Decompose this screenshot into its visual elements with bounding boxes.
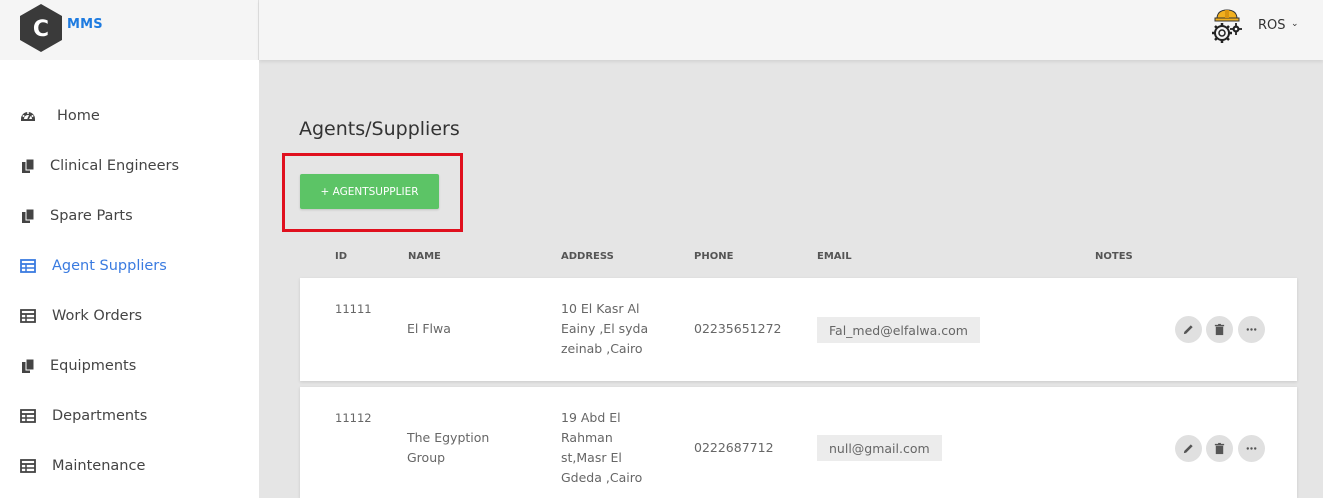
table-icon xyxy=(20,459,36,473)
table-row[interactable]: 11112 The Egyption Group 19 Abd El Rahma… xyxy=(300,387,1297,498)
sidebar-item-work-orders[interactable]: Work Orders xyxy=(0,291,259,341)
row-phone: 02235651272 xyxy=(694,321,782,336)
sidebar-item-label: Home xyxy=(57,108,100,124)
sidebar-item-equipments[interactable]: Equipments xyxy=(0,341,259,391)
sidebar-item-label: Departments xyxy=(52,408,148,424)
row-address: 10 El Kasr Al Eainy ,El syda zeinab ,Cai… xyxy=(561,301,649,356)
copy-icon xyxy=(22,158,35,173)
edit-button[interactable] xyxy=(1175,435,1202,462)
table-icon xyxy=(20,309,36,323)
page-title: Agents/Suppliers xyxy=(299,118,460,140)
more-options-button[interactable] xyxy=(1238,435,1265,462)
column-header-address: ADDRESS xyxy=(561,251,614,262)
dashboard-icon xyxy=(21,112,35,121)
pencil-icon xyxy=(1183,325,1193,335)
logo-area: C MMS xyxy=(0,0,259,60)
delete-button[interactable] xyxy=(1206,316,1233,343)
pencil-icon xyxy=(1183,444,1193,454)
trash-icon xyxy=(1214,323,1225,336)
column-header-email: EMAIL xyxy=(817,251,852,262)
column-header-name: NAME xyxy=(408,251,441,262)
trash-icon xyxy=(1214,442,1225,455)
table-icon xyxy=(20,409,36,423)
sidebar: Home Clinical Engineers Spare Parts Agen… xyxy=(0,60,259,498)
chevron-down-icon[interactable]: ⌄ xyxy=(1291,19,1299,29)
sidebar-item-maintenance[interactable]: Maintenance xyxy=(0,441,259,491)
row-address: 19 Abd El Rahman st,Masr El Gdeda ,Cairo xyxy=(561,410,643,485)
sidebar-item-clinical-engineers[interactable]: Clinical Engineers xyxy=(0,141,259,191)
more-options-button[interactable] xyxy=(1238,316,1265,343)
row-phone: 0222687712 xyxy=(694,440,774,455)
more-horizontal-icon xyxy=(1246,447,1257,450)
row-name: El Flwa xyxy=(407,321,451,336)
app-name: MMS xyxy=(67,17,103,32)
sidebar-item-home[interactable]: Home xyxy=(0,91,259,141)
delete-button[interactable] xyxy=(1206,435,1233,462)
top-bar: ROS ⌄ xyxy=(259,0,1323,60)
edit-button[interactable] xyxy=(1175,316,1202,343)
sidebar-item-agent-suppliers[interactable]: Agent Suppliers xyxy=(0,241,259,291)
add-agent-supplier-button[interactable]: + AGENTSUPPLIER xyxy=(300,174,439,209)
user-name[interactable]: ROS xyxy=(1258,18,1286,33)
more-horizontal-icon xyxy=(1246,328,1257,331)
sidebar-item-label: Equipments xyxy=(50,358,137,374)
svg-text:C: C xyxy=(33,17,49,42)
logo-icon: C xyxy=(20,4,62,52)
copy-icon xyxy=(22,358,35,373)
sidebar-item-label: Work Orders xyxy=(52,308,143,324)
table-icon xyxy=(20,259,36,273)
column-header-id: ID xyxy=(335,251,348,262)
row-email: null@gmail.com xyxy=(817,435,942,461)
copy-icon xyxy=(22,208,35,223)
sidebar-item-label: Maintenance xyxy=(52,458,146,474)
row-email: Fal_med@elfalwa.com xyxy=(817,317,980,343)
row-id: 11111 xyxy=(335,302,372,316)
sidebar-item-departments[interactable]: Departments xyxy=(0,391,259,441)
row-id: 11112 xyxy=(335,411,372,425)
sidebar-item-label: Agent Suppliers xyxy=(52,258,167,274)
row-name: The Egyption Group xyxy=(407,430,490,465)
sidebar-item-label: Clinical Engineers xyxy=(50,158,180,174)
column-header-phone: PHONE xyxy=(694,251,734,262)
table-row[interactable]: 11111 El Flwa 10 El Kasr Al Eainy ,El sy… xyxy=(300,278,1297,381)
column-header-notes: NOTES xyxy=(1095,251,1133,262)
sidebar-item-label: Spare Parts xyxy=(50,208,133,224)
sidebar-item-spare-parts[interactable]: Spare Parts xyxy=(0,191,259,241)
engineer-gear-icon[interactable] xyxy=(1205,5,1245,45)
